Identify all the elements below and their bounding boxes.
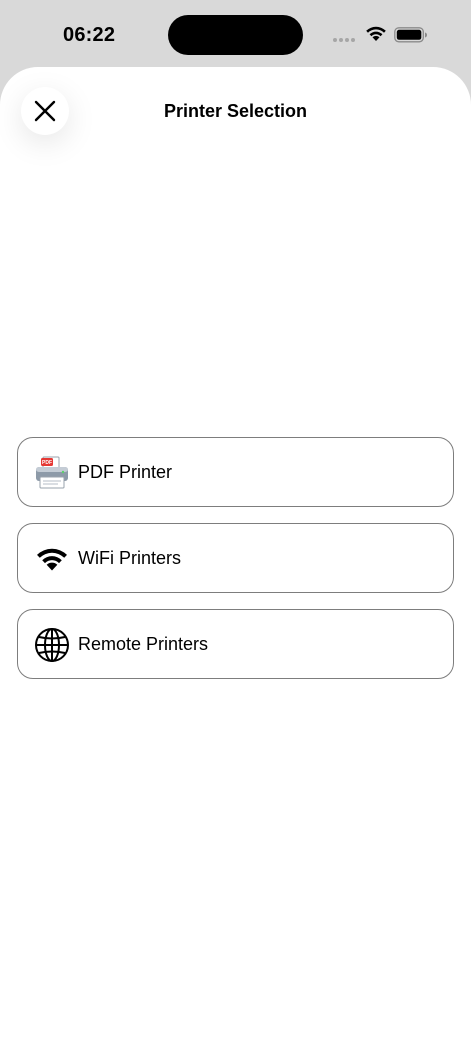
page-title: Printer Selection <box>163 101 308 121</box>
printer-selection-sheet: Printer Selection PDF PDF Printer WiFi P… <box>0 67 471 1037</box>
cellular-signal-icon <box>333 38 357 43</box>
battery-icon <box>394 27 427 43</box>
remote-printers-label: Remote Printers <box>78 634 209 654</box>
dynamic-island <box>168 15 303 55</box>
pdf-printer-label: PDF Printer <box>78 462 173 482</box>
pdf-printer-button[interactable]: PDF PDF Printer <box>17 437 454 507</box>
pdf-printer-icon: PDF <box>34 455 70 491</box>
wifi-icon <box>366 26 386 41</box>
globe-icon <box>34 627 70 663</box>
wifi-printers-label: WiFi Printers <box>78 548 181 568</box>
wifi-icon <box>34 541 70 577</box>
wifi-printers-button[interactable]: WiFi Printers <box>17 523 454 593</box>
svg-text:PDF: PDF <box>42 460 52 466</box>
status-bar: 06:22 <box>0 0 471 68</box>
remote-printers-button[interactable]: Remote Printers <box>17 609 454 679</box>
status-time: 06:22 <box>63 24 116 46</box>
